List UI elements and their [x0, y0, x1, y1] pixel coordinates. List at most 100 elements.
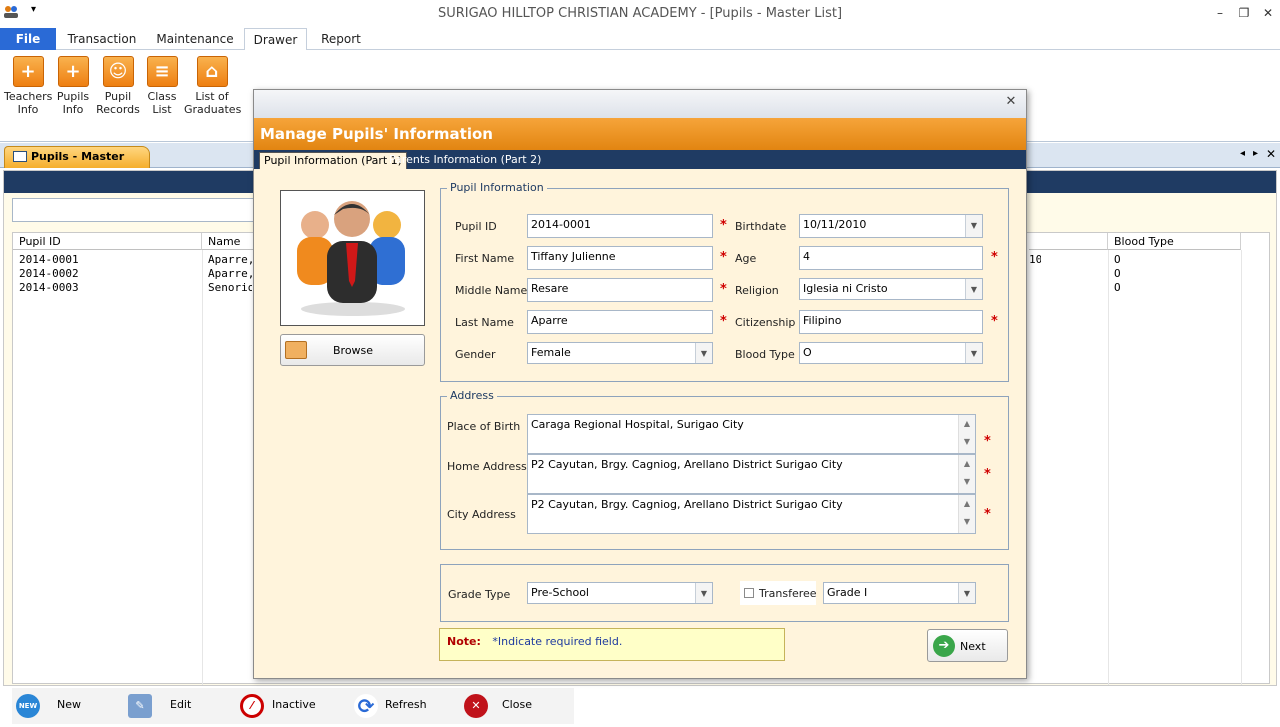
tab-maintenance[interactable]: Maintenance — [150, 28, 240, 50]
chevron-down-icon[interactable]: ▼ — [965, 215, 982, 237]
first-name-label: First Name — [455, 252, 515, 265]
required-marker: * — [991, 250, 998, 265]
scrollbar[interactable]: ▲ ▼ — [958, 415, 975, 453]
close-label: Close — [502, 698, 532, 711]
title-bar: ▾ SURIGAO HILLTOP CHRISTIAN ACADEMY - [P… — [0, 0, 1280, 28]
required-marker: * — [720, 282, 727, 297]
place-of-birth-value: Caraga Regional Hospital, Surigao City — [531, 418, 744, 431]
grade-level-select[interactable]: Grade I ▼ — [823, 582, 976, 604]
restore-icon[interactable]: ❐ — [1237, 6, 1251, 20]
teachers-info-button[interactable]: + Teachers Info — [4, 56, 52, 116]
pupil-id-input[interactable]: 2014-0001 — [527, 214, 713, 238]
window-icon — [13, 151, 27, 162]
cell-extra: 10 — [1029, 253, 1041, 266]
religion-select[interactable]: Iglesia ni Cristo ▼ — [799, 278, 983, 300]
inactive-button[interactable]: ⁄ Inactive — [240, 688, 340, 722]
column-header-name[interactable]: Name — [202, 233, 254, 250]
citizenship-input[interactable]: Filipino — [799, 310, 983, 334]
inactive-label: Inactive — [272, 698, 316, 711]
minimize-icon[interactable]: – — [1213, 6, 1227, 20]
pupil-records-button[interactable]: ☺ Pupil Records — [95, 56, 141, 116]
cell-blood-type: O — [1114, 281, 1121, 294]
middle-name-label: Middle Name — [455, 284, 528, 297]
close-window-icon[interactable]: ✕ — [1261, 6, 1275, 20]
chevron-down-icon[interactable]: ▼ — [695, 343, 712, 363]
graduates-home-icon: ⌂ — [196, 56, 228, 87]
birthdate-picker[interactable]: 10/11/2010 ▼ — [799, 214, 983, 238]
teachers-info-label-1: Teachers — [4, 90, 53, 103]
next-button[interactable]: ➔ Next — [927, 629, 1008, 662]
document-tab-pupils-master-list[interactable]: Pupils - Master List — [4, 146, 150, 183]
pupil-records-label-1: Pupil — [104, 90, 132, 103]
tab-report[interactable]: Report — [314, 28, 368, 50]
city-address-label: City Address — [447, 508, 516, 521]
chevron-down-icon[interactable]: ▼ — [958, 583, 975, 603]
transferee-checkbox[interactable] — [744, 588, 754, 598]
refresh-button[interactable]: ⟳ Refresh — [354, 688, 454, 722]
home-address-textarea[interactable]: P2 Cayutan, Brgy. Cagniog, Arellano Dist… — [527, 454, 976, 494]
grid-line — [1108, 250, 1109, 685]
place-of-birth-label: Place of Birth — [447, 420, 521, 433]
search-filter-input[interactable] — [12, 198, 256, 222]
column-header-pupil-id[interactable]: Pupil ID — [13, 233, 202, 250]
gender-select[interactable]: Female ▼ — [527, 342, 713, 364]
add-person-icon: + — [12, 56, 44, 87]
class-list-button[interactable]: ≡ Class List — [144, 56, 180, 116]
new-button[interactable]: NEW New — [16, 688, 96, 722]
scroll-left-icon[interactable]: ◂ — [1240, 148, 1245, 159]
last-name-label: Last Name — [455, 316, 514, 329]
blood-type-select[interactable]: O ▼ — [799, 342, 983, 364]
dialog-title-bar: ✕ — [254, 90, 1026, 118]
place-of-birth-textarea[interactable]: Caraga Regional Hospital, Surigao City ▲… — [527, 414, 976, 454]
address-legend: Address — [447, 389, 497, 402]
browse-button[interactable]: Browse — [280, 334, 425, 366]
dialog-header: Manage Pupils' Information — [254, 118, 1026, 150]
pupils-info-button[interactable]: + Pupils Info — [55, 56, 91, 116]
tab-drawer[interactable]: Drawer — [244, 28, 307, 50]
scrollbar[interactable]: ▲ ▼ — [958, 455, 975, 493]
class-list-label-2: List — [152, 103, 172, 116]
browse-label: Browse — [333, 344, 374, 357]
note-text: *Indicate required field. — [492, 635, 623, 648]
column-header-hidden[interactable] — [1029, 233, 1108, 250]
new-label: New — [57, 698, 81, 711]
chevron-down-icon[interactable]: ▼ — [965, 279, 982, 299]
last-name-input[interactable]: Aparre — [527, 310, 713, 334]
required-marker: * — [984, 434, 991, 449]
home-address-value: P2 Cayutan, Brgy. Cagniog, Arellano Dist… — [531, 458, 843, 471]
age-label: Age — [735, 252, 757, 265]
required-marker: * — [720, 218, 727, 233]
refresh-label: Refresh — [385, 698, 427, 711]
chevron-down-icon[interactable]: ▼ — [965, 343, 982, 363]
window-title: SURIGAO HILLTOP CHRISTIAN ACADEMY - [Pup… — [437, 6, 843, 21]
close-button[interactable]: ✕ Close — [464, 688, 564, 722]
pupils-info-label-2: Info — [62, 103, 84, 116]
pupil-id-label: Pupil ID — [455, 220, 497, 233]
scrollbar[interactable]: ▲ ▼ — [958, 495, 975, 533]
graduates-label-1: List of — [195, 90, 229, 103]
tab-file[interactable]: File — [0, 28, 56, 50]
chevron-down-icon[interactable]: ▼ — [695, 583, 712, 603]
gender-label: Gender — [455, 348, 496, 361]
column-header-blood-type[interactable]: Blood Type — [1108, 233, 1241, 250]
list-of-graduates-button[interactable]: ⌂ List of Graduates — [184, 56, 241, 116]
age-input[interactable]: 4 — [799, 246, 983, 270]
tab-transaction[interactable]: Transaction — [62, 28, 142, 50]
blood-type-label: Blood Type — [735, 348, 795, 361]
tab-parents-information[interactable]: Parents Information (Part 2) — [385, 152, 545, 169]
required-marker: * — [720, 314, 727, 329]
middle-name-input[interactable]: Resare — [527, 278, 713, 302]
required-marker: * — [991, 314, 998, 329]
manage-pupils-dialog: ✕ Manage Pupils' Information Pupil Infor… — [253, 89, 1027, 679]
refresh-icon: ⟳ — [354, 694, 378, 718]
close-document-icon[interactable]: ✕ — [1266, 147, 1276, 161]
required-note: Note: *Indicate required field. — [439, 628, 785, 661]
first-name-input[interactable]: Tiffany Julienne — [527, 246, 713, 270]
transferee-checkbox-group[interactable]: Transferee — [740, 581, 817, 605]
grade-type-select[interactable]: Pre-School ▼ — [527, 582, 713, 604]
edit-button[interactable]: ✎ Edit — [128, 688, 218, 722]
arrow-right-icon: ➔ — [933, 635, 955, 657]
dialog-close-icon[interactable]: ✕ — [1004, 95, 1018, 109]
city-address-textarea[interactable]: P2 Cayutan, Brgy. Cagniog, Arellano Dist… — [527, 494, 976, 534]
scroll-right-icon[interactable]: ▸ — [1253, 148, 1258, 159]
